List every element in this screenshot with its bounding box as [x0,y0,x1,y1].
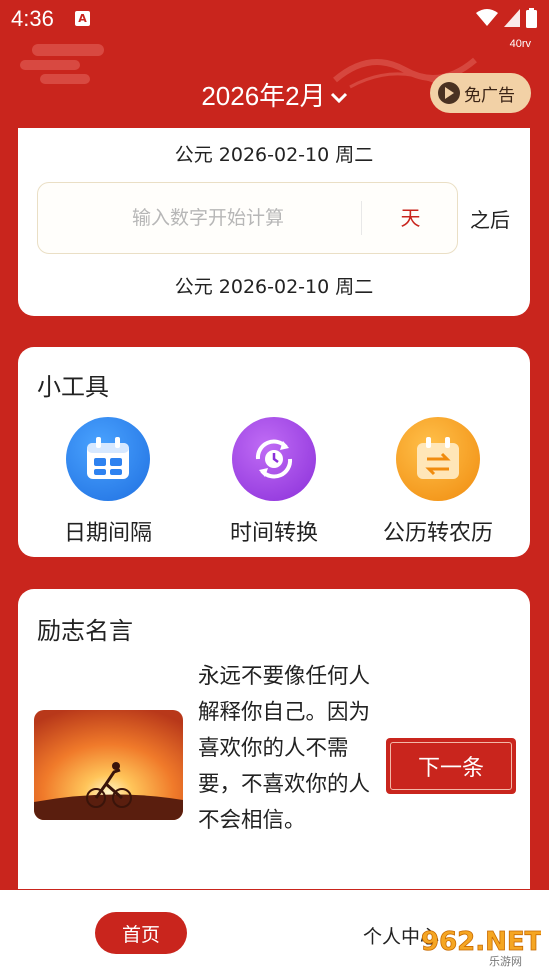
tool-label: 公历转农历 [382,521,493,546]
watermark-subtext: 乐游网 [489,955,522,968]
quote-text: 永远不要像任何人解释你自己。因为喜欢你的人不需要，不喜欢你的人不会相信。 [198,664,371,833]
site-watermark-logo: 962.NET 乐游网 [421,927,541,968]
quotes-card: 励志名言 永远不要像任何人解释你自己。因为喜欢你的人不需要，不喜欢你的人不会相信… [18,589,530,889]
tool-date-interval[interactable]: 日期间隔 [28,417,188,547]
nav-home-tab[interactable]: 首页 [95,912,187,954]
calendar-icon [66,417,150,501]
days-input[interactable] [48,183,368,253]
network-speed-label: 40rv [509,38,531,50]
result-date-label: 公元 2026-02-10 周二 [174,276,374,298]
start-date-label: 公元 2026-02-10 周二 [174,144,374,166]
tool-time-convert[interactable]: 时间转换 [194,417,354,547]
tool-label: 日期间隔 [63,521,152,546]
cyclist-sunset-image [34,710,183,820]
clock-convert-icon [232,417,316,501]
play-icon [438,82,460,104]
remove-ads-label: 免广告 [464,85,515,106]
days-input-box: 天 [37,182,458,254]
wifi-icon [476,9,498,26]
month-title: 2026年2月 [201,81,326,111]
tools-card: 小工具 日期间隔 时间转换 公历转农历 [18,347,530,557]
next-quote-button[interactable]: 下一条 [386,738,516,794]
unit-selector[interactable]: 天 [362,183,459,253]
tools-title: 小工具 [37,373,109,401]
next-quote-label: 下一条 [417,756,484,781]
direction-selector[interactable]: 之后 [470,204,510,233]
battery-icon [526,8,537,28]
date-calculator-card: 公元 2026-02-10 周二 天 之后 公元 2026-02-10 周二 [18,128,530,316]
tool-lunar-convert[interactable]: 公历转农历 [358,417,518,547]
signal-icon [504,9,520,27]
tool-label: 时间转换 [229,521,318,546]
remove-ads-button[interactable]: 免广告 [430,73,531,113]
bottom-navigation: 首页 个人中心 962.NET 乐游网 [0,890,549,976]
status-bar: 4:36 A 40rv [0,0,549,50]
status-time: 4:36 [11,6,54,31]
chevron-down-icon [330,93,347,104]
system-icons [476,8,537,28]
watermark-text: 962.NET [421,927,541,957]
calendar-swap-icon [396,417,480,501]
quotes-title: 励志名言 [37,617,133,645]
app-notification-icon: A [75,11,90,26]
